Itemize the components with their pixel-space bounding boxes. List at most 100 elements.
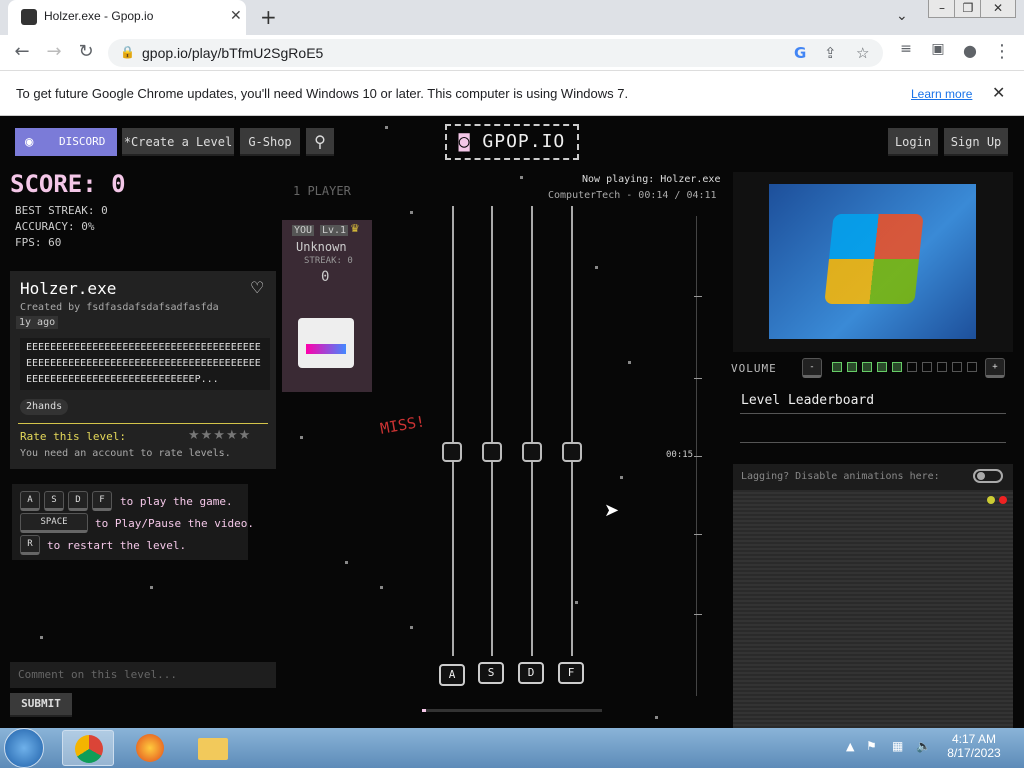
gpop-logo[interactable]: ◙ GPOP.IO [445, 124, 579, 160]
volume-step[interactable] [877, 362, 887, 372]
folder-icon [198, 738, 228, 760]
volume-plus-button[interactable]: + [985, 358, 1005, 378]
login-button[interactable]: Login [888, 128, 938, 156]
discord-button[interactable]: ◉ DISCORD [15, 128, 117, 156]
hit-target-3 [522, 442, 542, 462]
volume-label: VOLUME [731, 362, 777, 375]
volume-step[interactable] [967, 362, 977, 372]
lock-icon: 🔒 [120, 45, 135, 59]
key-f: F [92, 491, 112, 511]
clock-date: 8/17/2023 [947, 746, 1001, 760]
player-you: YOU [292, 225, 315, 236]
new-tab-button[interactable]: + [260, 5, 277, 29]
submit-button[interactable]: SUBMIT [10, 693, 72, 717]
volume-step[interactable] [862, 362, 872, 372]
lane-1 [452, 206, 454, 656]
volume-minus-button[interactable]: - [802, 358, 822, 378]
tray-network-icon[interactable]: ▦ [892, 739, 903, 753]
song-progress-track[interactable] [422, 709, 602, 712]
tray-flag-icon[interactable]: ⚑ [866, 739, 877, 753]
hit-target-4 [562, 442, 582, 462]
level-tag[interactable]: 2hands [20, 399, 69, 415]
tray-arrow-icon[interactable]: ▲ [846, 740, 854, 753]
lane-key-d[interactable]: D [518, 662, 544, 684]
minimize-button[interactable]: – [928, 0, 956, 18]
url-text[interactable]: gpop.io/play/bTfmU2SgRoE5 [142, 45, 323, 61]
lane-key-s[interactable]: S [478, 662, 504, 684]
comment-input[interactable]: Comment on this level... [10, 662, 276, 688]
key-r: R [20, 535, 40, 555]
rate-note: You need an account to rate levels. [20, 448, 231, 459]
taskbar-explorer[interactable] [186, 730, 238, 766]
tab-close-icon[interactable]: ✕ [230, 8, 242, 24]
key-s: S [44, 491, 64, 511]
search-icon[interactable]: ⚲ [306, 128, 334, 156]
volume-step[interactable] [952, 362, 962, 372]
lane-4 [571, 206, 573, 656]
active-tab[interactable]: Holzer.exe - Gpop.io ✕ [8, 0, 246, 35]
hit-target-1 [442, 442, 462, 462]
key-d: D [68, 491, 88, 511]
restart-help-text: to restart the level. [47, 539, 187, 552]
gshop-button[interactable]: G-Shop [240, 128, 300, 156]
accuracy: ACCURACY: 0% [15, 220, 95, 233]
close-window-button[interactable]: ✕ [980, 0, 1016, 18]
taskbar-chrome[interactable] [62, 730, 114, 766]
bookmark-star-icon[interactable]: ☆ [856, 44, 869, 62]
side-panel-icon[interactable]: ▣ [926, 41, 950, 57]
gpop-mascot-icon: ◙ [458, 131, 471, 152]
windows-taskbar: ▲ ⚑ ▦ 🔈 4:17 AM 8/17/2023 [0, 728, 1024, 768]
tab-search-dropdown-icon[interactable]: ⌄ [896, 8, 908, 24]
infobar-close-icon[interactable]: ✕ [992, 83, 1005, 102]
address-bar[interactable]: 🔒 gpop.io/play/bTfmU2SgRoE5 G ⇪ ☆ [108, 39, 883, 67]
lane-key-a[interactable]: A [439, 664, 465, 686]
video-player[interactable] [733, 172, 1013, 352]
volume-step[interactable] [847, 362, 857, 372]
lane-3 [531, 206, 533, 656]
player-name: Unknown [296, 240, 347, 254]
signup-button[interactable]: Sign Up [944, 128, 1008, 156]
navigation-bar: ← → ↻ 🔒 gpop.io/play/bTfmU2SgRoE5 G ⇪ ☆ … [0, 35, 1024, 70]
google-icon[interactable]: G [794, 44, 806, 62]
reload-icon[interactable]: ↻ [74, 41, 98, 62]
heart-icon[interactable]: ♡ [250, 278, 264, 297]
start-button[interactable] [4, 728, 44, 768]
now-playing: Now playing: Holzer.exe [582, 174, 721, 185]
tab-bar: Holzer.exe - Gpop.io ✕ + ⌄ – ❐ ✕ [0, 0, 1024, 35]
volume-step[interactable] [892, 362, 902, 372]
game-page: ◉ DISCORD *Create a Level G-Shop ⚲ ◙ GPO… [0, 116, 1024, 728]
learn-more-link[interactable]: Learn more [911, 87, 972, 101]
lane-key-f[interactable]: F [558, 662, 584, 684]
profile-icon[interactable]: ● [958, 41, 982, 60]
channel-time: ComputerTech - 00:14 / 04:11 [548, 190, 717, 201]
animations-toggle[interactable] [973, 469, 1003, 483]
menu-kebab-icon[interactable]: ⋮ [990, 41, 1014, 62]
rating-stars-icon[interactable]: ★★★★★ [188, 428, 251, 443]
clock[interactable]: 4:17 AM 8/17/2023 [944, 732, 1004, 760]
chat-area [733, 490, 1013, 728]
level-creator[interactable]: Created by fsdfasdafsdafsadfasfda [20, 302, 219, 313]
forward-icon[interactable]: → [42, 41, 66, 62]
tray-volume-icon[interactable]: 🔈 [916, 739, 931, 753]
taskbar-firefox[interactable] [124, 730, 176, 766]
create-level-button[interactable]: *Create a Level [122, 128, 234, 156]
volume-step[interactable] [907, 362, 917, 372]
fps: FPS: 60 [15, 236, 62, 249]
lane-2 [491, 206, 493, 656]
level-description: EEEEEEEEEEEEEEEEEEEEEEEEEEEEEEEEEEEEEEEE… [20, 338, 270, 390]
key-space: SPACE [20, 513, 88, 533]
media-icon[interactable]: ≡ [894, 41, 918, 57]
back-icon[interactable]: ← [10, 41, 34, 62]
volume-step[interactable] [832, 362, 842, 372]
restore-button[interactable]: ❐ [954, 0, 982, 18]
share-icon[interactable]: ⇪ [824, 44, 837, 62]
leaderboard-title: Level Leaderboard [741, 393, 875, 408]
player-level: Lv.1 [320, 225, 349, 236]
clock-time: 4:17 AM [951, 732, 997, 746]
volume-step[interactable] [922, 362, 932, 372]
player-streak: STREAK: 0 [304, 256, 353, 266]
player-avatar [298, 318, 354, 368]
hit-target-2 [482, 442, 502, 462]
volume-step[interactable] [937, 362, 947, 372]
comment-placeholder: Comment on this level... [18, 668, 177, 681]
